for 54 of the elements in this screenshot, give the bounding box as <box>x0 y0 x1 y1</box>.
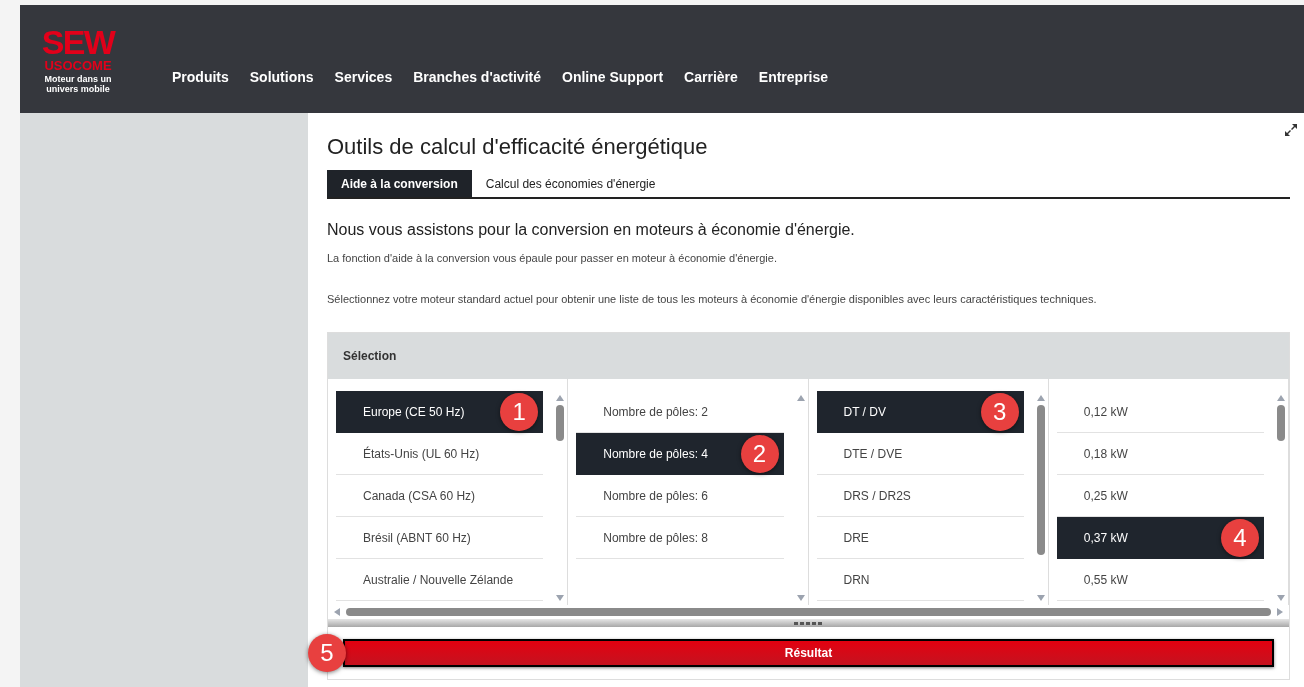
scroll-up-icon[interactable] <box>556 395 565 401</box>
scroll-up-icon[interactable] <box>1277 395 1285 401</box>
nav-link[interactable]: Entreprise <box>758 66 829 88</box>
expand-icon[interactable] <box>1284 123 1298 137</box>
list-item[interactable]: 0,12 kW <box>1056 391 1264 433</box>
number-marker: 4 <box>1221 519 1259 557</box>
description-text: Sélectionnez votre moteur standard actuel pour obtenir une liste de tous les moteurs à économie d'énergie disponibles avec leurs caractéristiques techniques. <box>327 291 1098 307</box>
logo-tagline: Moteur dans un univers mobile <box>43 73 113 94</box>
list-item[interactable]: 0,37 kW 4 <box>1056 517 1264 559</box>
nav-link[interactable]: Online Support <box>562 66 664 88</box>
list-item[interactable]: Europe (CE 50 Hz) 1 <box>336 391 544 433</box>
list-item[interactable]: Nombre de pôles: 8 <box>576 517 784 559</box>
nav-link[interactable]: Produits <box>172 66 229 88</box>
scroll-down-icon[interactable] <box>796 595 805 601</box>
tab[interactable]: Aide à la conversion <box>327 170 472 197</box>
scroll-left-icon[interactable] <box>334 608 340 616</box>
scroll-down-icon[interactable] <box>556 595 565 601</box>
list-item[interactable]: DRS / DR2S <box>816 475 1024 517</box>
list-item[interactable]: Nombre de pôles: 4 2 <box>576 433 784 475</box>
scroll-up-icon[interactable] <box>1036 395 1045 401</box>
result-button[interactable]: Résultat <box>343 639 1274 667</box>
number-marker: 3 <box>980 393 1019 431</box>
nav-link[interactable]: Branches d'activité <box>413 66 541 88</box>
list-item[interactable]: Australie / Nouvelle Zélande <box>336 559 544 601</box>
list-item[interactable]: DT / DV 3 <box>816 391 1024 433</box>
nav-link[interactable]: Services <box>334 66 393 88</box>
list-item[interactable]: Brésil (ABNT 60 Hz) <box>336 517 544 559</box>
logo-subtitle: USOCOME <box>44 58 112 72</box>
list-item[interactable]: 0,55 kW <box>1056 559 1264 601</box>
panel-title: Sélection <box>343 348 397 365</box>
number-marker: 1 <box>500 393 539 431</box>
number-marker: 2 <box>740 435 779 473</box>
list-item[interactable]: DTE / DVE <box>816 433 1024 475</box>
section-heading: Nous vous assistons pour la conversion en moteurs à économie d'énergie. <box>327 220 856 240</box>
scroll-thumb[interactable] <box>1036 405 1045 555</box>
list-item[interactable]: Canada (CSA 60 Hz) <box>336 475 544 517</box>
resize-handle[interactable] <box>328 619 1289 627</box>
description-text: La fonction d'aide à la conversion vous épaule pour passer en moteur à économie d'énergie. <box>327 251 778 266</box>
scroll-down-icon[interactable] <box>1036 595 1045 601</box>
nav-link[interactable]: Carrière <box>684 66 738 88</box>
number-marker: 5 <box>308 634 346 672</box>
list-item[interactable]: États-Unis (UL 60 Hz) <box>336 433 544 475</box>
list-item[interactable]: DRN <box>816 559 1024 601</box>
scroll-thumb[interactable] <box>1277 405 1285 441</box>
list-item[interactable]: 0,18 kW <box>1056 433 1264 475</box>
page-title: Outils de calcul d'efficacité énergétique <box>327 133 709 161</box>
scroll-down-icon[interactable] <box>1277 595 1285 601</box>
scroll-right-icon[interactable] <box>1277 608 1283 616</box>
scroll-thumb[interactable] <box>556 405 565 441</box>
list-item[interactable]: Nombre de pôles: 6 <box>576 475 784 517</box>
scroll-up-icon[interactable] <box>796 395 805 401</box>
nav-link[interactable]: Solutions <box>249 66 314 88</box>
scroll-thumb[interactable] <box>346 608 1271 616</box>
list-item[interactable]: DRE <box>816 517 1024 559</box>
